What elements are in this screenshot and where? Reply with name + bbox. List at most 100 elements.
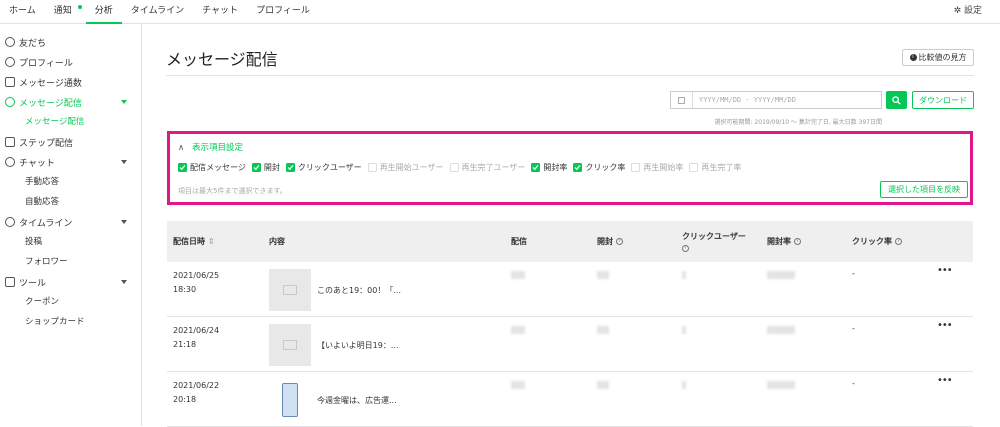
tab-chat[interactable]: チャット bbox=[193, 0, 247, 24]
row-click-rate: - bbox=[852, 269, 855, 278]
checkbox-unchecked-icon bbox=[449, 163, 459, 172]
display-option-label: 再生完了率 bbox=[701, 163, 742, 172]
display-settings-panel: ∧ 表示項目設定 配信メッセージ 開封 クリックユーザー 再生開始ユーザー 再生完了ユー… bbox=[167, 131, 973, 205]
sidebar-item-label: プロフィール bbox=[19, 58, 73, 69]
display-option-checkbox[interactable]: 再生完了ユーザー bbox=[449, 162, 525, 173]
column-opened-label: 開封 bbox=[597, 237, 613, 246]
table-row[interactable]: 2021/06/22 20:18 今週金曜は、広告運... - ••• bbox=[167, 372, 973, 427]
display-option-checkbox[interactable]: クリック率 bbox=[573, 162, 625, 173]
help-icon[interactable]: ? bbox=[616, 238, 623, 245]
search-button[interactable] bbox=[886, 91, 907, 109]
message-thumbnail bbox=[269, 379, 311, 421]
phone-image-icon bbox=[282, 383, 298, 417]
chevron-down-icon bbox=[121, 220, 127, 224]
more-options-icon[interactable]: ••• bbox=[937, 320, 953, 331]
page-title: メッセージ配信 bbox=[166, 50, 278, 69]
row-datetime: 2021/06/24 21:18 bbox=[173, 324, 219, 352]
tab-notifications[interactable]: 通知 bbox=[45, 0, 86, 24]
sidebar-item-label: 友だち bbox=[19, 38, 47, 49]
column-click-rate-label: クリック率 bbox=[852, 237, 892, 246]
display-option-checkbox[interactable]: クリックユーザー bbox=[285, 162, 362, 173]
column-date-label: 配信日時 bbox=[173, 237, 205, 246]
tab-home[interactable]: ホーム bbox=[0, 0, 45, 24]
help-icon[interactable]: ? bbox=[682, 245, 689, 252]
sidebar-item-profile[interactable]: プロフィール bbox=[0, 52, 141, 72]
display-option-label: クリックユーザー bbox=[297, 163, 362, 172]
message-preview[interactable]: 【いよいよ明日19：... bbox=[317, 340, 399, 351]
help-icon[interactable]: ? bbox=[794, 238, 801, 245]
sidebar-subitem-coupons[interactable]: クーポン bbox=[0, 292, 141, 312]
divider bbox=[166, 75, 974, 76]
date-range-input[interactable]: YYYY/MM/DD - YYYY/MM/DD bbox=[670, 91, 882, 109]
gear-icon: ✲ bbox=[953, 6, 962, 16]
sidebar-subitem-manual-response[interactable]: 手動応答 bbox=[0, 172, 141, 192]
table-header: 配信日時 ⇕ 内容 配信 開封 ? クリックユーザー ? 開封率 ? クリック率… bbox=[167, 221, 973, 262]
sidebar-item-chat[interactable]: チャット bbox=[0, 152, 141, 172]
apply-selection-button[interactable]: 選択した項目を反映 bbox=[880, 181, 968, 198]
column-content: 内容 bbox=[269, 237, 285, 246]
image-placeholder-icon bbox=[283, 285, 297, 295]
display-option-checkbox[interactable]: 再生開始ユーザー bbox=[367, 162, 444, 173]
sidebar-item-timeline[interactable]: タイムライン bbox=[0, 212, 141, 232]
display-option-checkbox[interactable]: 配信メッセージ bbox=[178, 162, 246, 173]
sort-icon: ⇕ bbox=[208, 237, 215, 246]
checkbox-checked-icon bbox=[285, 163, 295, 172]
column-click-users-label: クリックユーザー bbox=[682, 232, 746, 241]
more-options-icon[interactable]: ••• bbox=[937, 265, 953, 276]
table-row[interactable]: 2021/06/25 18:30 このあと19：00！「... - ••• bbox=[167, 262, 973, 317]
sidebar-item-label: ステップ配信 bbox=[19, 138, 74, 149]
sidebar-item-step-delivery[interactable]: ステップ配信 bbox=[0, 132, 141, 152]
display-settings-toggle[interactable]: ∧ 表示項目設定 bbox=[178, 141, 243, 153]
inbox-icon bbox=[5, 77, 15, 87]
display-option-label: 再生開始率 bbox=[643, 163, 684, 172]
sidebar-subitem-message-delivery[interactable]: メッセージ配信 bbox=[0, 112, 141, 132]
redacted-value bbox=[597, 326, 609, 334]
step-icon bbox=[5, 137, 15, 147]
redacted-value bbox=[511, 381, 525, 389]
sidebar-item-tools[interactable]: ツール bbox=[0, 272, 141, 292]
sidebar-item-message-delivery[interactable]: メッセージ配信 bbox=[0, 92, 141, 112]
sidebar-subitem-followers[interactable]: フォロワー bbox=[0, 252, 141, 272]
checkbox-unchecked-icon bbox=[367, 163, 377, 172]
redacted-value bbox=[597, 381, 609, 389]
more-options-icon[interactable]: ••• bbox=[937, 375, 953, 386]
display-option-checkbox[interactable]: 再生開始率 bbox=[631, 162, 683, 173]
table-row[interactable]: 2021/06/24 21:18 【いよいよ明日19：... - ••• bbox=[167, 317, 973, 372]
redacted-value bbox=[511, 271, 525, 279]
message-thumbnail bbox=[269, 324, 311, 366]
sidebar-subitem-auto-response[interactable]: 自動応答 bbox=[0, 192, 141, 212]
redacted-value bbox=[767, 326, 795, 334]
chevron-down-icon bbox=[121, 280, 127, 284]
message-preview[interactable]: 今週金曜は、広告運... bbox=[317, 395, 397, 406]
redacted-value bbox=[597, 271, 609, 279]
tab-analytics[interactable]: 分析 bbox=[85, 0, 122, 24]
sidebar-item-message-count[interactable]: メッセージ通数 bbox=[0, 72, 141, 92]
checkbox-unchecked-icon bbox=[689, 163, 699, 172]
help-icon[interactable]: ? bbox=[895, 238, 902, 245]
download-button[interactable]: ダウンロード bbox=[912, 91, 974, 109]
compare-info-label: 比較値の見方 bbox=[918, 53, 967, 62]
settings-label: 設定 bbox=[963, 6, 982, 16]
sidebar-item-label: メッセージ通数 bbox=[19, 78, 82, 89]
redacted-value bbox=[682, 381, 686, 389]
redacted-value bbox=[767, 271, 795, 279]
display-option-checkbox[interactable]: 開封 bbox=[251, 162, 280, 173]
compare-info-button[interactable]: i 比較値の見方 bbox=[902, 49, 974, 66]
column-date[interactable]: 配信日時 ⇕ bbox=[173, 221, 215, 262]
display-option-checkbox[interactable]: 再生完了率 bbox=[689, 162, 741, 173]
checkbox-unchecked-icon bbox=[631, 163, 641, 172]
image-placeholder-icon bbox=[283, 340, 297, 350]
notification-dot bbox=[77, 5, 82, 9]
sidebar-subitem-posts[interactable]: 投稿 bbox=[0, 232, 141, 252]
tab-profile[interactable]: プロフィール bbox=[247, 0, 319, 24]
message-preview[interactable]: このあと19：00！「... bbox=[317, 285, 401, 296]
display-option-label: クリック率 bbox=[585, 163, 626, 172]
tab-notifications-label: 通知 bbox=[53, 6, 72, 16]
row-date: 2021/06/25 bbox=[173, 271, 220, 280]
column-delivered: 配信 bbox=[511, 237, 527, 246]
tab-timeline[interactable]: タイムライン bbox=[122, 0, 193, 24]
settings-link[interactable]: ✲ 設定 bbox=[954, 0, 982, 24]
sidebar-item-friends[interactable]: 友だち bbox=[0, 32, 141, 52]
sidebar-subitem-shop-card[interactable]: ショップカード bbox=[0, 312, 141, 332]
display-option-checkbox[interactable]: 開封率 bbox=[531, 162, 567, 173]
